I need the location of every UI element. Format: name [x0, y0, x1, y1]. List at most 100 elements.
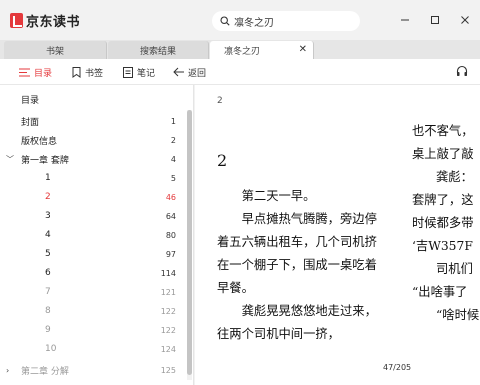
reader-toolbar: 目录 书签 笔记 返回 [0, 59, 480, 85]
chevron-right-icon[interactable]: › [6, 366, 9, 375]
tab-bookshelf[interactable]: 书架 [4, 41, 107, 59]
toc-item-label: 封面 [21, 117, 40, 128]
toc-item-label: 4 [45, 230, 51, 240]
toc-item-section[interactable]: 8 122 [0, 302, 186, 320]
tab-search-results[interactable]: 搜索结果 [108, 41, 209, 59]
bookmark-label: 书签 [85, 68, 104, 79]
close-window-button[interactable] [450, 0, 480, 40]
toc-item-label: 6 [45, 268, 51, 278]
toc-item-page: 5 [170, 173, 176, 183]
text-line: 时候都多带 [412, 216, 474, 230]
bookmark-icon [72, 66, 81, 78]
toc-item-page: 124 [160, 344, 176, 354]
toc-item-page: 46 [165, 192, 176, 202]
toc-item-chapter-2[interactable]: › 第二章 分解 125 [0, 361, 186, 379]
toc-item-page: 2 [170, 135, 176, 145]
paragraph: 龚彪晃晃悠悠地走过来，往两个司机中间一挤， [217, 304, 377, 341]
toc-item-label: 10 [45, 344, 57, 354]
toc-item-section[interactable]: 9 122 [0, 321, 186, 339]
text-line: 套牌了，这 [412, 193, 474, 207]
app-logo: 京东读书 [10, 11, 80, 30]
tab-label: 凛冬之刃 [224, 46, 261, 57]
maximize-button[interactable] [420, 0, 450, 40]
notes-button[interactable]: 笔记 [123, 59, 155, 85]
back-button[interactable]: 返回 [173, 59, 206, 85]
tab-current-book[interactable]: 凛冬之刃 ✕ [210, 41, 314, 59]
app-name: 京东读书 [26, 15, 81, 30]
toc-item-label: 第二章 分解 [21, 366, 69, 377]
toc-item-section[interactable]: 5 97 [0, 245, 186, 263]
toc-item-page: 1 [170, 116, 176, 126]
tab-bar: 书架 搜索结果 凛冬之刃 ✕ [0, 40, 480, 59]
text-line: 龚彪： [436, 170, 473, 184]
toc-item-page: 122 [160, 306, 176, 316]
search-value: 凛冬之刃 [234, 17, 274, 29]
paragraph: 早点摊热气腾腾，旁边停着五六辆出租车，几个司机挤在一个棚子下，围成一桌吃着早餐。 [217, 212, 377, 295]
chevron-down-icon[interactable]: ﹀ [6, 154, 14, 165]
text-column-right[interactable]: 也不客气， 桌上敲了敲 龚彪： 套牌了，这 时候都多带 ‘吉W357F 司机们 … [412, 120, 480, 370]
toc-item-copyright[interactable]: 版权信息 2 [0, 131, 186, 149]
toc-item-label: 7 [45, 287, 51, 297]
toc-item-section[interactable]: 7 121 [0, 283, 186, 301]
toc-button[interactable]: 目录 [19, 59, 52, 85]
toc-item-label: 版权信息 [21, 136, 58, 147]
toc-item-page: 114 [160, 268, 176, 278]
maximize-icon [431, 16, 439, 24]
text-line: “啥时候 [436, 308, 480, 322]
toc-item-section-current[interactable]: 2 46 [0, 188, 186, 206]
toc-item-section[interactable]: 1 5 [0, 169, 186, 187]
toc-item-page: 121 [160, 287, 176, 297]
text-line: ‘吉W357F [412, 239, 473, 253]
back-label: 返回 [188, 68, 207, 79]
headphones-icon[interactable] [456, 65, 468, 77]
toc-item-section[interactable]: 6 114 [0, 264, 186, 282]
toc-item-page: 80 [165, 230, 176, 240]
toc-item-section[interactable]: 3 64 [0, 207, 186, 225]
close-icon [461, 16, 469, 24]
search-input[interactable]: 凛冬之刃 [212, 11, 360, 31]
toc-item-label: 第一章 套牌 [21, 155, 69, 166]
jd-logo-icon [10, 13, 23, 28]
toc-title: 目录 [21, 96, 40, 106]
toc-label: 目录 [34, 68, 53, 79]
toc-item-cover[interactable]: 封面 1 [0, 112, 186, 130]
toc-item-label: 9 [45, 325, 51, 335]
tab-close-icon[interactable]: ✕ [299, 44, 307, 55]
title-bar: 京东读书 凛冬之刃 [0, 0, 480, 40]
toc-item-label: 5 [45, 249, 51, 259]
toc-item-section[interactable]: 4 80 [0, 226, 186, 244]
paragraph: 第二天一早。 [241, 189, 316, 203]
minimize-icon [401, 19, 409, 21]
toc-item-page: 125 [160, 365, 176, 375]
toc-item-chapter-1[interactable]: ﹀ 第一章 套牌 4 [0, 150, 186, 168]
toc-item-label: 3 [45, 211, 51, 221]
search-icon [220, 16, 230, 26]
toc-item-section[interactable]: 10 124 [0, 340, 186, 358]
toc-sidebar: 目录 封面 1 版权信息 2 ﹀ 第一章 套牌 4 1 5 2 46 3 6 4 … [0, 85, 194, 385]
scrollbar-thumb[interactable] [187, 110, 192, 375]
reader-pane: 2 2 第二天一早。 早点摊热气腾腾，旁边停着五六辆出租车，几个司机挤在一个棚子… [195, 85, 480, 385]
text-line: “出啥事了 [412, 285, 468, 299]
arrow-left-icon [173, 67, 184, 77]
toc-item-page: 122 [160, 325, 176, 335]
text-line: 司机们 [436, 262, 473, 276]
bookmark-button[interactable]: 书签 [72, 59, 103, 85]
tab-label: 搜索结果 [139, 46, 176, 57]
page-indicator: 47/205 [383, 363, 412, 372]
window-controls [390, 0, 480, 40]
text-line: 桌上敲了敲 [412, 147, 474, 161]
toc-item-page: 4 [170, 154, 176, 164]
minimize-button[interactable] [390, 0, 420, 40]
toc-item-page: 97 [165, 249, 176, 259]
notes-icon [123, 66, 133, 78]
tab-label: 书架 [45, 46, 64, 57]
chapter-heading: 2 [217, 151, 228, 170]
text-column-left[interactable]: 第二天一早。 早点摊热气腾腾，旁边停着五六辆出租车，几个司机挤在一个棚子下，围成… [217, 185, 385, 346]
toc-item-label: 8 [45, 306, 51, 316]
notes-label: 笔记 [137, 68, 156, 79]
toc-item-page: 64 [165, 211, 176, 221]
list-icon [19, 68, 30, 76]
toc-item-label: 2 [45, 192, 51, 202]
toc-item-label: 1 [45, 173, 51, 183]
section-label-top: 2 [217, 96, 223, 106]
